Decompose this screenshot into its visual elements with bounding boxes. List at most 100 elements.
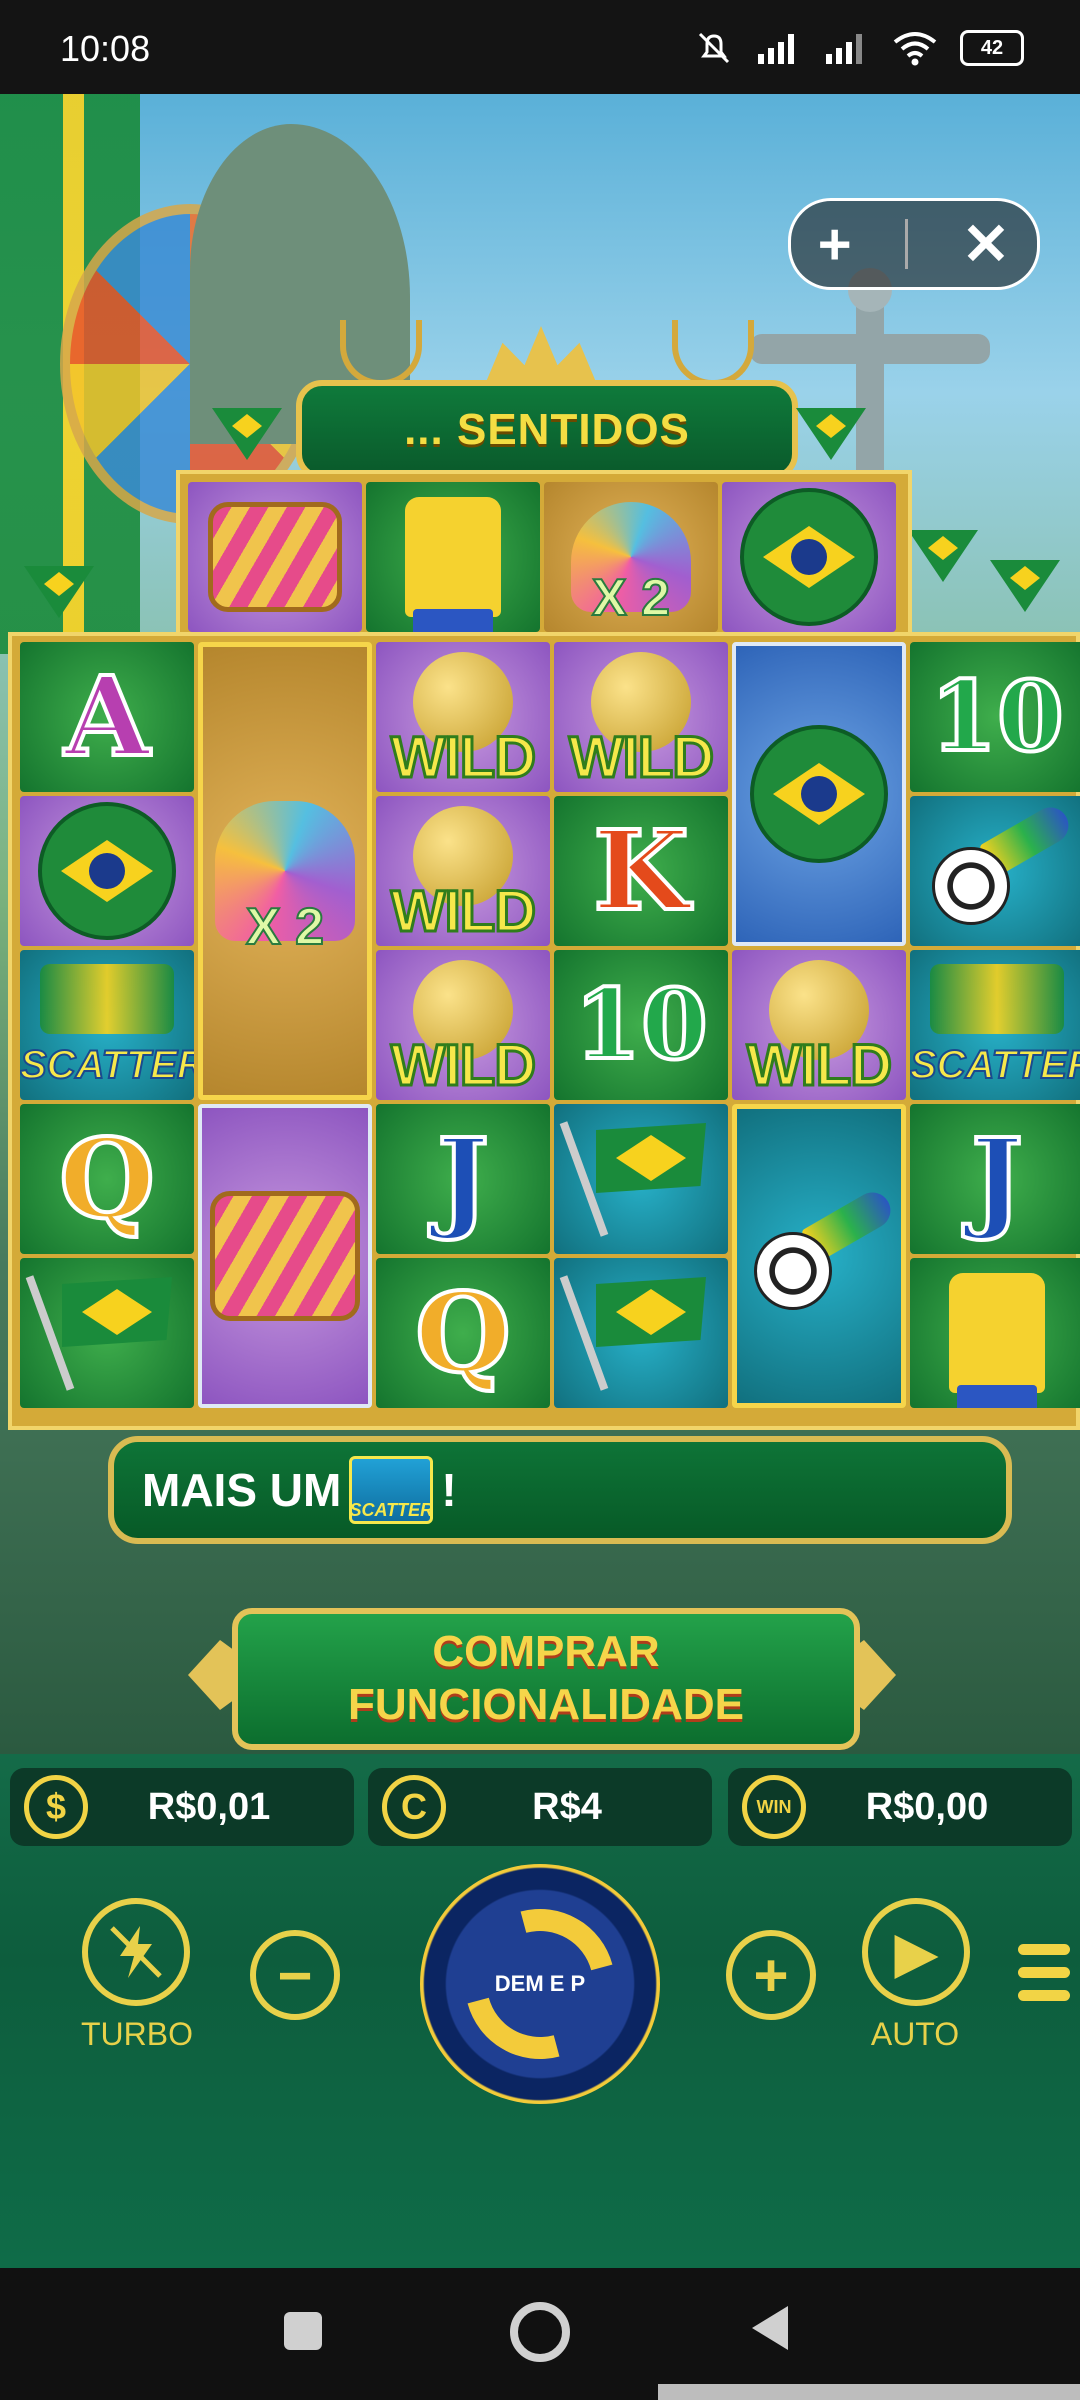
symbol-10: 10: [910, 642, 1080, 792]
message-suffix: !: [441, 1464, 457, 1516]
symbol-wild: WILD: [376, 950, 550, 1100]
letter-10: 10: [572, 968, 710, 1081]
wild-label: WILD: [389, 723, 537, 791]
letter-K: K: [591, 806, 691, 935]
letter-A: A: [62, 652, 151, 781]
letter-J: J: [969, 1114, 1025, 1243]
spin-emblem-text: DEM E P: [494, 1971, 586, 1996]
symbol-brazil-ball: [20, 796, 194, 946]
turbo-label: TURBO: [81, 2016, 193, 2052]
scatter-label: SCATTER: [910, 1042, 1080, 1088]
wild-label: WILD: [745, 1031, 893, 1099]
letter-J: J: [435, 1114, 491, 1243]
symbol-brazil-ball: [722, 482, 896, 632]
symbol-A: A: [20, 642, 194, 792]
scatter-flags-icon: [40, 964, 174, 1034]
symbol-drum-large: [198, 1104, 372, 1408]
wild-label: WILD: [567, 723, 715, 791]
system-nav-bar: [0, 2268, 1080, 2400]
scatter-flags-icon: [930, 964, 1064, 1034]
title-banner: ... SENTIDOS: [296, 380, 798, 480]
symbol-J: J: [376, 1104, 550, 1254]
vuvuzela-ball-icon: [744, 1185, 897, 1316]
coin-c-icon: C: [382, 1775, 446, 1839]
mute-icon: [698, 32, 730, 64]
reel-grid: A SCATTER Q X 2 WILD WILD WILD J Q WILD …: [8, 632, 1080, 1430]
symbol-vuvuzela-large: [732, 1104, 906, 1408]
flagpole-icon: [559, 1119, 716, 1239]
signal-icon: [758, 34, 794, 64]
overlay-controls: + ✕: [788, 198, 1040, 290]
symbol-wild: WILD: [376, 796, 550, 946]
symbol-flagpole: [554, 1258, 728, 1408]
symbol-wild: WILD: [376, 642, 550, 792]
flagpole-icon: [559, 1273, 716, 1393]
symbol-10: 10: [554, 950, 728, 1100]
status-bar: 10:08 42: [0, 0, 1080, 94]
status-icons: 42: [694, 28, 1024, 68]
drum-icon: [208, 502, 342, 612]
buy-feature-button[interactable]: COMPRAR FUNCIONALIDADE: [232, 1608, 860, 1750]
plus-icon[interactable]: +: [818, 211, 852, 278]
scatter-label: SCATTER: [20, 1042, 194, 1088]
spin-button[interactable]: DEM E P: [420, 1864, 660, 2104]
turbo-button[interactable]: [82, 1898, 190, 2006]
jersey-icon: [949, 1273, 1045, 1408]
drum-icon: [210, 1191, 360, 1321]
letter-10: 10: [928, 660, 1066, 773]
bet-display[interactable]: C R$4: [368, 1768, 712, 1846]
balance-value: R$0,01: [147, 1785, 271, 1828]
wild-label: WILD: [389, 877, 537, 945]
symbol-wild: WILD: [554, 642, 728, 792]
top-reel-frame: X 2: [176, 470, 912, 644]
menu-icon[interactable]: [1018, 1944, 1070, 2013]
battery-indicator: 42: [960, 30, 1024, 66]
symbol-feathers-multiplier-large: X 2: [198, 642, 372, 1100]
symbol-drum: [188, 482, 362, 632]
overlay-divider: [905, 219, 909, 269]
controls-panel: $ R$0,01 C R$4 WIN R$0,00 TURBO − DEM E …: [0, 1754, 1080, 2268]
symbol-scatter: SCATTER: [910, 950, 1080, 1100]
multiplier-label: X 2: [591, 568, 671, 628]
gesture-bar: [658, 2384, 1080, 2400]
title-text: ... SENTIDOS: [404, 405, 690, 454]
win-value: R$0,00: [865, 1785, 989, 1828]
home-icon[interactable]: [510, 2302, 570, 2362]
symbol-K: K: [554, 796, 728, 946]
message-prefix: MAIS UM: [142, 1464, 342, 1516]
lightning-icon: [110, 1926, 162, 1978]
symbol-jersey: [910, 1258, 1080, 1408]
scatter-mini-label: SCATTER: [349, 1500, 434, 1520]
flagpole-icon: [25, 1273, 182, 1393]
symbol-flagpole: [20, 1258, 194, 1408]
symbol-wild: WILD: [732, 950, 906, 1100]
brazil-ball-icon: [740, 488, 878, 626]
coin-dollar-icon: $: [24, 1775, 88, 1839]
back-icon[interactable]: [752, 2306, 788, 2350]
balance-display: $ R$0,01: [10, 1768, 354, 1846]
brazil-ball-icon: [750, 725, 888, 863]
symbol-jersey: [366, 482, 540, 632]
win-display: WIN R$0,00: [728, 1768, 1072, 1846]
win-icon: WIN: [742, 1775, 806, 1839]
close-icon[interactable]: ✕: [962, 210, 1011, 278]
plus-icon: +: [753, 1941, 789, 2009]
message-bar: MAIS UM SCATTER !: [108, 1436, 1012, 1544]
decrease-bet-button[interactable]: −: [250, 1930, 340, 2020]
jersey-icon: [405, 497, 501, 632]
symbol-scatter: SCATTER: [20, 950, 194, 1100]
increase-bet-button[interactable]: +: [726, 1930, 816, 2020]
status-time: 10:08: [60, 28, 151, 69]
auto-spin-button[interactable]: ▶: [862, 1898, 970, 2006]
recent-apps-icon[interactable]: [284, 2312, 322, 2350]
letter-Q: Q: [413, 1268, 513, 1397]
buy-feature-line1: COMPRAR: [432, 1627, 660, 1677]
auto-label: AUTO: [870, 2016, 960, 2052]
buy-feature-line2: FUNCIONALIDADE: [348, 1680, 744, 1729]
symbol-J: J: [910, 1104, 1080, 1254]
multiplier-label: X 2: [245, 897, 325, 957]
symbol-feathers-multiplier: X 2: [544, 482, 718, 632]
letter-Q: Q: [57, 1114, 157, 1243]
scatter-mini-icon: SCATTER: [349, 1456, 434, 1524]
symbol-Q: Q: [20, 1104, 194, 1254]
